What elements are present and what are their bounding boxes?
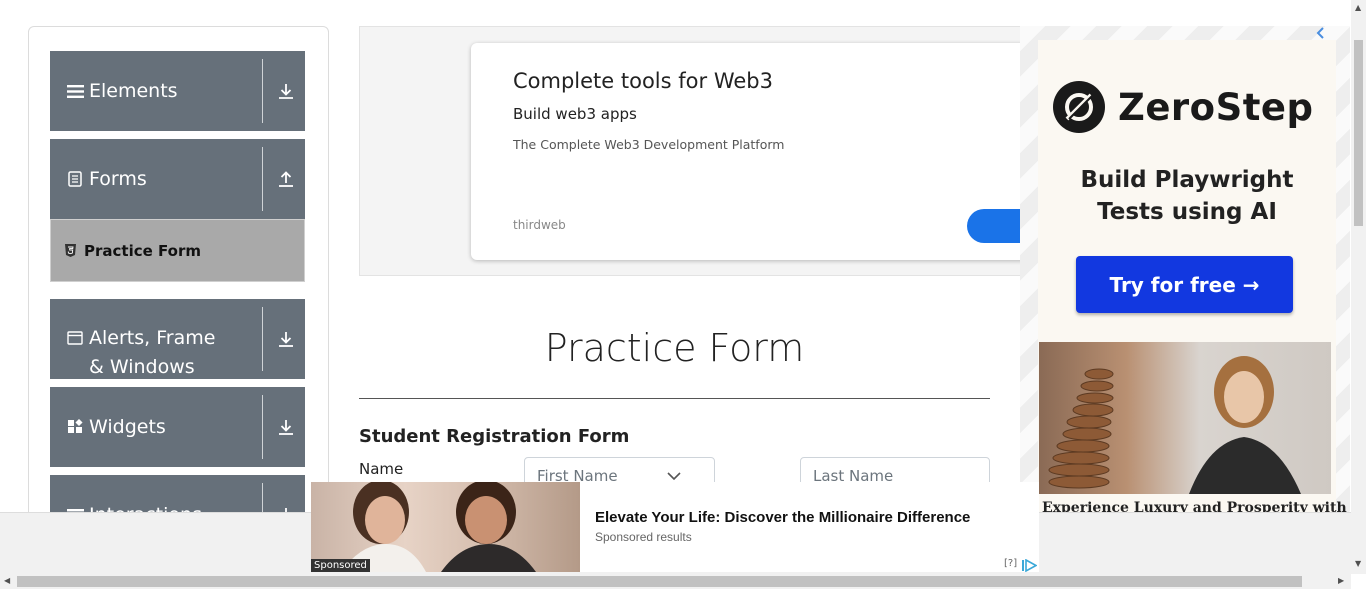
sidebar-group-alerts[interactable]: Alerts, Frame & Windows xyxy=(50,299,305,379)
ad-photo[interactable]: Sponsored xyxy=(311,480,580,572)
sidebar-group-label: Elements xyxy=(89,79,178,102)
form-section-title: Student Registration Form xyxy=(359,426,630,447)
sidebar-item-practice-form[interactable]: Practice Form xyxy=(50,219,305,282)
ad-photo[interactable] xyxy=(1039,342,1331,494)
ad-card[interactable]: Complete tools for Web3 Build web3 apps … xyxy=(471,43,1047,260)
scroll-up-arrow-icon[interactable]: ▲ xyxy=(1355,3,1361,12)
ad-headline-line: Build Playwright xyxy=(1080,167,1294,193)
page-title: Practice Form xyxy=(544,326,805,370)
download-arrow-icon[interactable] xyxy=(276,81,296,101)
html5-icon xyxy=(65,244,76,257)
sidebar: Elements Forms Practice Form Alerts, Fra… xyxy=(28,26,329,526)
divider xyxy=(262,59,263,123)
vertical-scrollbar-thumb[interactable] xyxy=(1354,40,1363,226)
ad-title[interactable]: Complete tools for Web3 xyxy=(513,69,773,93)
horizontal-scrollbar-thumb[interactable] xyxy=(17,576,1302,587)
ad-close-icon[interactable] xyxy=(1316,27,1328,41)
upload-arrow-icon[interactable] xyxy=(276,169,296,189)
horizontal-scrollbar[interactable]: ◀ ▶ xyxy=(0,574,1351,589)
hamburger-icon xyxy=(66,82,84,100)
zerostep-logo-icon xyxy=(1053,81,1105,133)
window-icon xyxy=(66,329,84,347)
divider xyxy=(262,307,263,371)
page: Elements Forms Practice Form Alerts, Fra… xyxy=(0,0,1366,589)
document-icon xyxy=(66,170,84,188)
sidebar-group-label: Alerts, Frame & Windows xyxy=(89,327,216,378)
title-divider xyxy=(359,398,990,399)
widgets-icon xyxy=(66,418,84,436)
ad-brand: thirdweb xyxy=(513,218,566,232)
sidebar-group-forms[interactable]: Forms xyxy=(50,139,305,219)
download-arrow-icon[interactable] xyxy=(276,329,296,349)
sidebar-group-widgets[interactable]: Widgets xyxy=(50,387,305,467)
zerostep-logo: ZeroStep xyxy=(1052,80,1314,134)
ad-description: The Complete Web3 Development Platform xyxy=(513,137,785,152)
scroll-down-arrow-icon[interactable]: ▼ xyxy=(1355,559,1361,568)
ad-brand-name: ZeroStep xyxy=(1118,85,1314,129)
ad-headline: Build Playwright Tests using AI xyxy=(1038,164,1336,228)
ad-info-link[interactable]: [?] xyxy=(1004,558,1017,569)
sponsored-tag: Sponsored xyxy=(311,559,370,572)
vertical-scrollbar[interactable]: ▲ ▼ xyxy=(1351,0,1366,574)
scroll-right-arrow-icon[interactable]: ▶ xyxy=(1338,576,1344,585)
ad-title[interactable]: Elevate Your Life: Discover the Milliona… xyxy=(595,509,970,526)
ad-headline-line: Tests using AI xyxy=(1097,199,1277,225)
sidebar-group-label: Widgets xyxy=(89,415,166,438)
sidebar-group-elements[interactable]: Elements xyxy=(50,51,305,131)
divider xyxy=(262,147,263,211)
divider xyxy=(262,395,263,459)
right-ad-banner[interactable]: ZeroStep Build Playwright Tests using AI… xyxy=(1020,26,1350,526)
scroll-left-arrow-icon[interactable]: ◀ xyxy=(4,576,10,585)
top-ad-banner[interactable]: Complete tools for Web3 Build web3 apps … xyxy=(359,26,1047,276)
download-arrow-icon[interactable] xyxy=(276,417,296,437)
bottom-ad[interactable]: Sponsored Elevate Your Life: Discover th… xyxy=(311,480,1039,573)
ad-subtitle: Build web3 apps xyxy=(513,105,637,123)
sidebar-item-label: Practice Form xyxy=(84,241,201,260)
try-for-free-button[interactable]: Try for free → xyxy=(1076,256,1293,313)
name-label: Name xyxy=(359,460,404,478)
ad-subtitle: Sponsored results xyxy=(595,530,692,544)
sidebar-group-label: Forms xyxy=(89,167,147,190)
